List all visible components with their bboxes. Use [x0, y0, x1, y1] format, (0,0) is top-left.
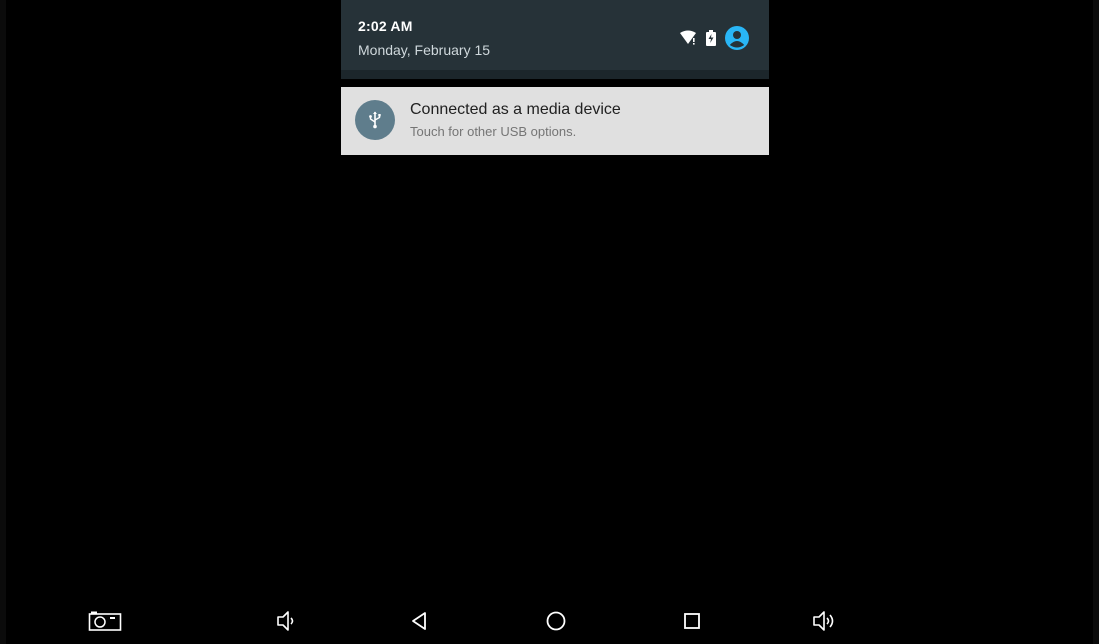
back-button[interactable]: [391, 598, 447, 644]
shade-header-divider: [341, 70, 769, 79]
home-button[interactable]: [528, 598, 584, 644]
battery-icon: [706, 30, 716, 46]
user-account-icon[interactable]: [725, 26, 749, 50]
screenshot-button[interactable]: [77, 598, 133, 644]
screenshot-icon: [88, 611, 122, 631]
status-icons: [679, 26, 749, 50]
wifi-icon: [679, 30, 697, 46]
navigation-bar: [0, 598, 1099, 644]
recents-button[interactable]: [664, 598, 720, 644]
usb-icon: [355, 100, 395, 140]
notification-text: Touch for other USB options.: [410, 124, 577, 139]
notification-title: Connected as a media device: [410, 101, 621, 118]
screen-edge-right: [1093, 0, 1099, 644]
volume-up-button[interactable]: [797, 598, 853, 644]
volume-down-button[interactable]: [258, 598, 314, 644]
notification-shade-header: 2:02 AM Monday, February 15: [341, 0, 769, 70]
volume-up-icon: [813, 611, 834, 631]
usb-notification[interactable]: Connected as a media device Touch for ot…: [341, 87, 769, 155]
screen-edge-left: [0, 0, 6, 644]
status-clock: 2:02 AM: [358, 18, 413, 34]
status-date: Monday, February 15: [358, 42, 491, 58]
back-icon: [412, 612, 426, 630]
volume-down-icon: [277, 611, 294, 631]
home-icon: [546, 611, 566, 631]
recents-icon: [684, 613, 700, 629]
